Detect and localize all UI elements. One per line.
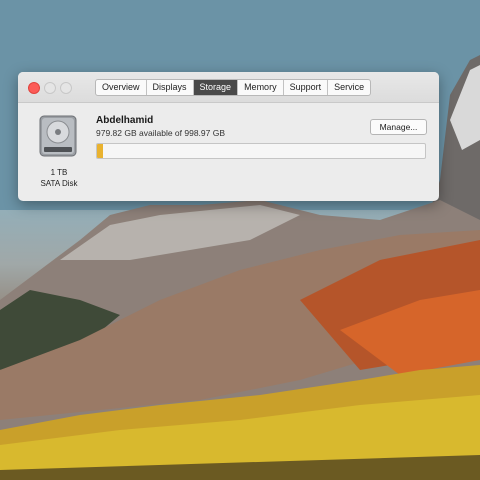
disk-capacity: 1 TB [50, 168, 68, 177]
volume-name: Abdelhamid [96, 115, 154, 126]
title-bar: Overview Displays Storage Memory Support… [18, 72, 439, 103]
tab-support[interactable]: Support [284, 80, 329, 95]
minimize-button[interactable] [44, 82, 56, 94]
about-this-mac-window: Overview Displays Storage Memory Support… [18, 72, 439, 201]
disk-type: SATA Disk [40, 179, 78, 188]
hard-drive-icon [38, 114, 78, 158]
close-button[interactable] [28, 82, 40, 94]
storage-usage-bar [96, 143, 426, 159]
zoom-button[interactable] [60, 82, 72, 94]
manage-button[interactable]: Manage... [370, 119, 427, 135]
tab-bar: Overview Displays Storage Memory Support… [95, 79, 372, 96]
tab-storage[interactable]: Storage [193, 80, 239, 95]
tab-displays[interactable]: Displays [147, 80, 194, 95]
tab-memory[interactable]: Memory [238, 80, 284, 95]
storage-used-segment [97, 144, 104, 158]
tab-overview[interactable]: Overview [96, 80, 147, 95]
disk-caption: 1 TB SATA Disk [32, 167, 86, 189]
tab-service[interactable]: Service [328, 80, 370, 95]
volume-free-space: 979.82 GB available of 998.97 GB [96, 128, 226, 138]
